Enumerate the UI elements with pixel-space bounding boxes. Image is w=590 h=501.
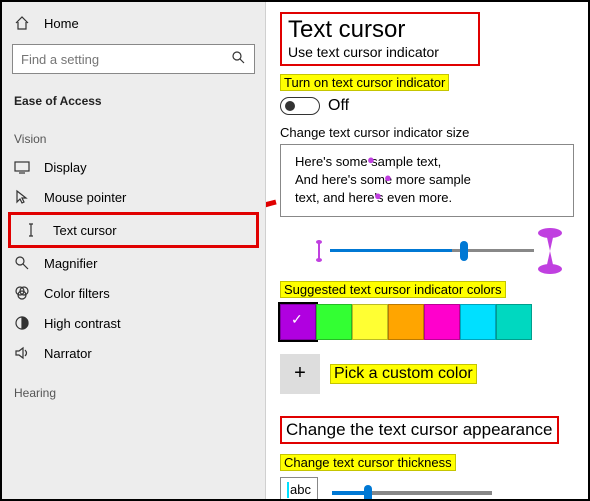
cursor-bar-icon [287,482,289,498]
sidebar-item-label: High contrast [44,316,121,331]
sidebar: Home Ease of Access Vision Display Mouse… [2,2,266,499]
sidebar-item-magnifier[interactable]: Magnifier [2,248,265,278]
plus-icon: + [294,362,306,385]
sidebar-home-label: Home [44,16,79,31]
sidebar-group-vision: Vision [2,114,265,152]
indicator-size-slider[interactable] [280,225,574,275]
display-icon [14,159,30,175]
magnifier-icon [14,255,30,271]
toggle-switch[interactable] [280,97,320,115]
sidebar-item-label: Magnifier [44,256,97,271]
color-swatch[interactable] [280,304,316,340]
sample-line: Here's some sample text, [295,153,559,171]
slider-thumb[interactable] [364,485,372,499]
sidebar-item-mouse-pointer[interactable]: Mouse pointer [2,182,265,212]
sidebar-item-label: Color filters [44,286,110,301]
home-icon [14,15,30,31]
sample-line: text, and here's even more. [295,189,559,207]
search-icon [230,49,246,70]
sample-text-box: Here's some sample text, And here's some… [280,144,574,217]
cursor-indicator-icon: ● [367,151,375,169]
size-min-icon [312,239,326,268]
toggle-label: Turn on text cursor indicator [280,74,449,91]
size-label: Change text cursor indicator size [280,125,574,140]
thickness-label: Change text cursor thickness [280,454,456,471]
thickness-preview: abc [280,477,318,499]
sidebar-item-display[interactable]: Display [2,152,265,182]
color-swatches [280,304,574,340]
page-title: Text cursor [288,16,472,44]
add-custom-color-button[interactable]: + [280,354,320,394]
narrator-icon [14,345,30,361]
thickness-slider[interactable] [332,491,492,495]
size-max-icon [536,227,564,280]
indicator-toggle[interactable]: Off [280,97,574,115]
main-panel: Text cursor Use text cursor indicator Tu… [266,2,588,499]
mouse-pointer-icon [14,189,30,205]
color-filters-icon [14,285,30,301]
appearance-title: Change the text cursor appearance [286,420,553,440]
cursor-indicator-icon: ● [374,187,382,205]
sidebar-item-high-contrast[interactable]: High contrast [2,308,265,338]
sample-line: And here's some more sample [295,171,559,189]
color-swatch[interactable] [424,304,460,340]
sidebar-item-label: Narrator [44,346,92,361]
toggle-state: Off [328,97,349,115]
title-section: Text cursor Use text cursor indicator [280,12,480,66]
sidebar-item-label: Mouse pointer [44,190,126,205]
custom-color-label: Pick a custom color [330,364,477,384]
sidebar-item-color-filters[interactable]: Color filters [2,278,265,308]
cursor-indicator-icon: ● [384,169,392,187]
sidebar-item-narrator[interactable]: Narrator [2,338,265,368]
sidebar-item-label: Text cursor [53,223,117,238]
color-swatch[interactable] [460,304,496,340]
colors-label: Suggested text cursor indicator colors [280,281,506,298]
color-swatch[interactable] [496,304,532,340]
search-input-wrap[interactable] [12,44,255,74]
slider-thumb[interactable] [460,241,468,261]
color-swatch[interactable] [316,304,352,340]
search-input[interactable] [21,52,230,67]
sidebar-item-text-cursor[interactable]: Text cursor [11,215,256,245]
text-cursor-icon [23,222,39,238]
thickness-preview-text: abc [290,482,311,497]
high-contrast-icon [14,315,30,331]
sidebar-group-hearing: Hearing [2,368,265,406]
sidebar-item-label: Display [44,160,87,175]
color-swatch[interactable] [352,304,388,340]
appearance-section: Change the text cursor appearance [280,416,559,444]
color-swatch[interactable] [388,304,424,340]
sidebar-home[interactable]: Home [2,8,265,38]
page-subtitle: Use text cursor indicator [288,44,472,60]
sidebar-category: Ease of Access [2,80,265,114]
